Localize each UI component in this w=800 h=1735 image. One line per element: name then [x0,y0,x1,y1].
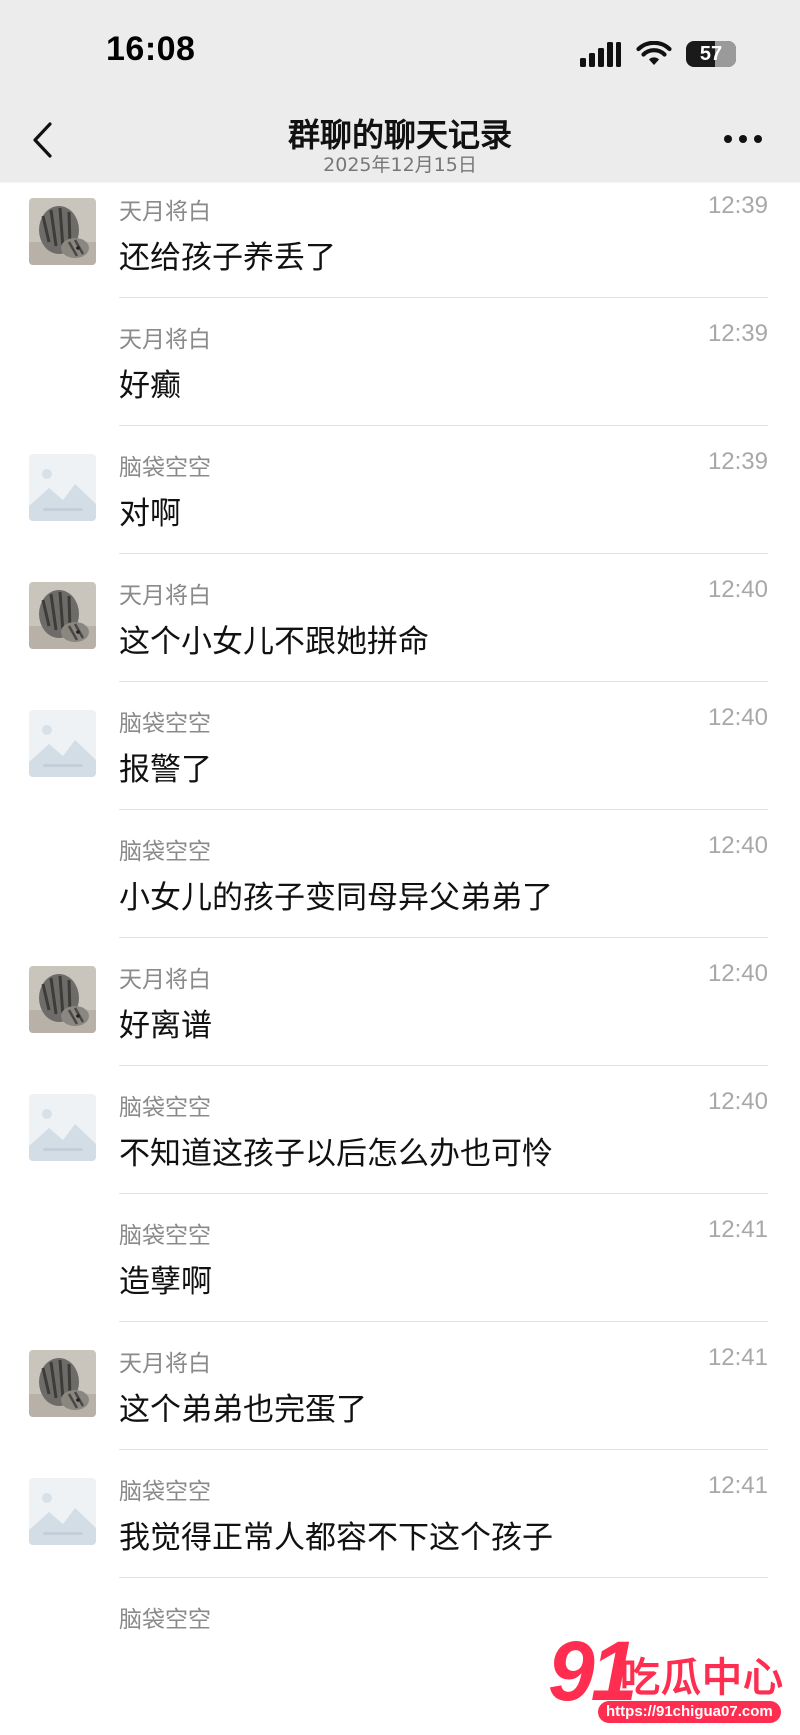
message-time: 12:39 [707,320,768,347]
message-row[interactable]: 天月将白 12:39 好癫 [0,298,800,426]
message-text: 还给孩子养丢了 [119,240,336,276]
message-time: 12:40 [707,832,768,859]
message-time: 12:40 [707,704,768,731]
message-text: 造孽啊 [119,1264,212,1300]
watermark-url: https://91chigua07.com [598,1701,781,1723]
avatar-placeholder-image[interactable] [29,1094,96,1161]
wifi-icon [636,41,672,65]
message-text: 这个小女儿不跟她拼命 [119,624,429,660]
battery-level: 57 [699,42,723,65]
sender-name: 脑袋空空 [119,1479,211,1505]
avatar-placeholder-image[interactable] [29,710,96,777]
message-text: 小女儿的孩子变同母异父弟弟了 [119,880,553,916]
site-watermark: 91 吃瓜中心 https://91chigua07.com [548,1629,783,1723]
message-row[interactable]: 脑袋空空 12:40 小女儿的孩子变同母异父弟弟了 [0,810,800,938]
sender-name: 脑袋空空 [119,1607,211,1633]
sender-name: 脑袋空空 [119,1095,211,1121]
message-time: 12:40 [707,1088,768,1115]
message-text: 好离谱 [119,1008,212,1044]
sender-name: 脑袋空空 [119,839,211,865]
message-text: 这个弟弟也完蛋了 [119,1392,367,1428]
message-row[interactable]: 脑袋空空 12:39 对啊 [0,426,800,554]
message-time: 12:40 [707,576,768,603]
sender-name: 脑袋空空 [119,1223,211,1249]
sender-name: 天月将白 [119,327,211,353]
sender-name: 天月将白 [119,583,211,609]
watermark-title: 吃瓜中心 [620,1655,784,1701]
message-text: 好癫 [119,368,181,404]
cellular-signal-icon [580,42,621,67]
message-row[interactable]: 脑袋空空 12:41 我觉得正常人都容不下这个孩子 [0,1450,800,1578]
avatar-placeholder-image[interactable] [29,1478,96,1545]
avatar-cat-photo[interactable] [29,966,96,1033]
message-row[interactable]: 天月将白 12:40 好离谱 [0,938,800,1066]
sender-name: 脑袋空空 [119,711,211,737]
sender-name: 天月将白 [119,1351,211,1377]
avatar-placeholder-image[interactable] [29,454,96,521]
message-text: 不知道这孩子以后怎么办也可怜 [119,1136,553,1172]
message-time: 12:41 [707,1344,768,1371]
message-row[interactable]: 天月将白 12:39 还给孩子养丢了 [0,170,800,298]
message-row[interactable]: 脑袋空空 12:40 报警了 [0,682,800,810]
message-time: 12:40 [707,960,768,987]
avatar-cat-photo[interactable] [29,198,96,265]
avatar-cat-photo[interactable] [29,582,96,649]
ellipsis-icon [724,135,762,143]
sender-name: 天月将白 [119,967,211,993]
message-time: 12:39 [707,192,768,219]
avatar-cat-photo[interactable] [29,1350,96,1417]
message-time: 12:41 [707,1472,768,1499]
message-row[interactable]: 天月将白 12:41 这个弟弟也完蛋了 [0,1322,800,1450]
chat-history-list[interactable]: 脑袋空空谁知道五保户没了还把孩子送给下一家天月将白12:39还给孩子养丢了天月将… [0,0,800,1735]
message-text: 我觉得正常人都容不下这个孩子 [119,1520,553,1556]
message-text: 对啊 [119,496,181,532]
battery-icon: 57 [686,41,736,67]
more-button[interactable] [720,124,766,154]
message-row[interactable]: 脑袋空空 12:41 造孽啊 [0,1194,800,1322]
top-header: 16:08 57 群聊的聊天记录 2025年12月15日 [0,0,800,182]
sender-name: 天月将白 [119,199,211,225]
message-row[interactable]: 脑袋空空 12:40 不知道这孩子以后怎么办也可怜 [0,1066,800,1194]
message-time: 12:39 [707,448,768,475]
message-time: 12:41 [707,1216,768,1243]
message-text: 报警了 [119,752,212,788]
status-time: 16:08 [106,30,196,68]
status-icons: 57 [580,38,736,70]
sender-name: 脑袋空空 [119,455,211,481]
page-subtitle-date: 2025年12月15日 [323,154,477,176]
message-row[interactable]: 天月将白 12:40 这个小女儿不跟她拼命 [0,554,800,682]
